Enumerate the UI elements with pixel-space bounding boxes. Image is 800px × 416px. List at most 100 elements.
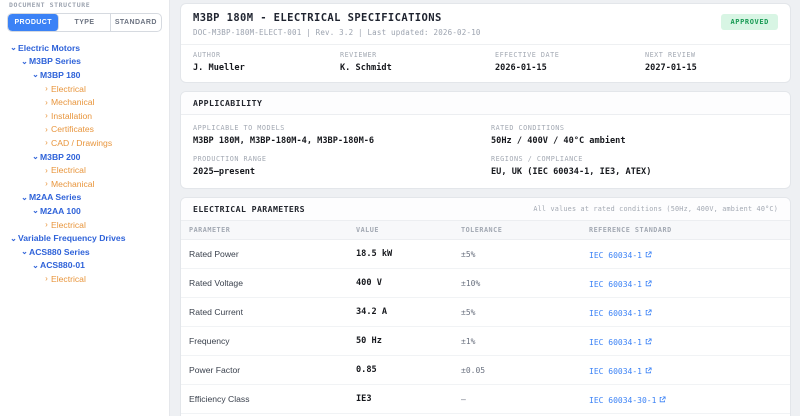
external-link-icon xyxy=(659,396,666,405)
field-value: 50Hz / 400V / 40°C ambient xyxy=(491,136,778,146)
tree-item-label: Electrical xyxy=(51,84,86,94)
reference-standard-link[interactable]: IEC 60034-1 xyxy=(589,251,652,260)
tree-item-label: Electrical xyxy=(51,220,86,230)
param-reference-cell: IEC 60034-1 xyxy=(581,240,790,269)
chevron-right-icon: › xyxy=(42,111,51,120)
tree-item-m2aa-series[interactable]: ⌄M2AA Series xyxy=(7,191,162,205)
table-row: Efficiency ClassIE3–IEC 60034-30-1 xyxy=(181,385,790,414)
tree-item-label: Mechanical xyxy=(51,179,94,189)
reference-standard-label: IEC 60034-1 xyxy=(589,338,642,347)
reference-standard-link[interactable]: IEC 60034-1 xyxy=(589,309,652,318)
tree-item-electric-motors[interactable]: ⌄Electric Motors xyxy=(7,41,162,55)
column-header-tolerance: TOLERANCE xyxy=(453,221,581,240)
tree-item-installation[interactable]: ›Installation xyxy=(7,109,162,123)
param-tolerance: ±1% xyxy=(453,327,581,356)
reference-standard-label: IEC 60034-30-1 xyxy=(589,396,656,405)
document-tree: ⌄Electric Motors⌄M3BP Series⌄M3BP 180›El… xyxy=(7,41,162,286)
reference-standard-link[interactable]: IEC 60034-30-1 xyxy=(589,396,666,405)
tree-item-label: Variable Frequency Drives xyxy=(18,233,125,243)
tree-item-m3bp-200[interactable]: ⌄M3BP 200 xyxy=(7,150,162,164)
chevron-down-icon: ⌄ xyxy=(31,206,40,215)
reference-standard-label: IEC 60034-1 xyxy=(589,280,642,289)
tree-item-mechanical[interactable]: ›Mechanical xyxy=(7,95,162,109)
tree-item-variable-frequency-drives[interactable]: ⌄Variable Frequency Drives xyxy=(7,231,162,245)
tree-item-label: ACS880 Series xyxy=(29,247,90,257)
chevron-right-icon: › xyxy=(42,138,51,147)
tree-item-electrical[interactable]: ›Electrical xyxy=(7,272,162,286)
tree-item-label: M3BP 200 xyxy=(40,152,80,162)
applicability-title: APPLICABILITY xyxy=(193,98,262,108)
tree-item-m3bp-180[interactable]: ⌄M3BP 180 xyxy=(7,68,162,82)
field-label: PRODUCTION RANGE xyxy=(193,155,491,163)
tab-type[interactable]: TYPE xyxy=(59,14,110,31)
tree-item-m2aa-100[interactable]: ⌄M2AA 100 xyxy=(7,204,162,218)
tree-item-electrical[interactable]: ›Electrical xyxy=(7,82,162,96)
page-title: M3BP 180M - ELECTRICAL SPECIFICATIONS xyxy=(193,12,481,24)
tree-item-electrical[interactable]: ›Electrical xyxy=(7,218,162,232)
tree-item-label: CAD / Drawings xyxy=(51,138,112,148)
tree-item-label: Electrical xyxy=(51,165,86,175)
field-value: EU, UK (IEC 60034-1, IE3, ATEX) xyxy=(491,167,778,177)
param-value: 400 V xyxy=(348,269,453,298)
table-row: Frequency50 Hz±1% IEC 60034-1 xyxy=(181,327,790,356)
tree-item-acs880-01[interactable]: ⌄ACS880-01 xyxy=(7,259,162,273)
document-header-card: M3BP 180M - ELECTRICAL SPECIFICATIONS DO… xyxy=(180,3,791,83)
param-tolerance: ±5% xyxy=(453,298,581,327)
meta-label: AUTHOR xyxy=(193,51,340,59)
chevron-right-icon: › xyxy=(42,125,51,134)
meta-author: AUTHORJ. Mueller xyxy=(193,51,340,73)
reference-standard-link[interactable]: IEC 60034-1 xyxy=(589,367,652,376)
chevron-right-icon: › xyxy=(42,274,51,283)
chevron-down-icon: ⌄ xyxy=(20,193,29,202)
chevron-right-icon: › xyxy=(42,166,51,175)
external-link-icon xyxy=(645,309,652,318)
param-tolerance: ±0.05 xyxy=(453,356,581,385)
param-name: Rated Voltage xyxy=(181,269,348,298)
chevron-right-icon: › xyxy=(42,179,51,188)
tree-item-cad-drawings[interactable]: ›CAD / Drawings xyxy=(7,136,162,150)
sidebar-tab-bar: PRODUCTTYPESTANDARD xyxy=(7,13,162,32)
tree-item-certificates[interactable]: ›Certificates xyxy=(7,123,162,137)
reference-standard-label: IEC 60034-1 xyxy=(589,251,642,260)
tree-item-label: M3BP Series xyxy=(29,56,81,66)
tree-item-label: M2AA 100 xyxy=(40,206,81,216)
meta-next-review: NEXT REVIEW2027-01-15 xyxy=(645,51,697,73)
param-name: Frequency xyxy=(181,327,348,356)
external-link-icon xyxy=(645,251,652,260)
chevron-down-icon: ⌄ xyxy=(31,261,40,270)
parameters-conditions-note: All values at rated conditions (50Hz, 40… xyxy=(533,205,778,213)
field-production-range: PRODUCTION RANGE2025–present xyxy=(193,155,491,177)
electrical-parameters-card: ELECTRICAL PARAMETERS All values at rate… xyxy=(180,197,791,416)
reference-standard-label: IEC 60034-1 xyxy=(589,309,642,318)
meta-label: REVIEWER xyxy=(340,51,495,59)
meta-reviewer: REVIEWERK. Schmidt xyxy=(340,51,495,73)
field-label: APPLICABLE TO MODELS xyxy=(193,124,491,132)
reference-standard-label: IEC 60034-1 xyxy=(589,367,642,376)
meta-label: EFFECTIVE DATE xyxy=(495,51,645,59)
chevron-down-icon: ⌄ xyxy=(9,234,18,243)
field-regions-compliance: REGIONS / COMPLIANCEEU, UK (IEC 60034-1,… xyxy=(491,155,778,177)
field-label: RATED CONDITIONS xyxy=(491,124,778,132)
param-reference-cell: IEC 60034-1 xyxy=(581,269,790,298)
param-value: 18.5 kW xyxy=(348,240,453,269)
param-tolerance: ±10% xyxy=(453,269,581,298)
table-row: Rated Current34.2 A±5%IEC 60034-1 xyxy=(181,298,790,327)
chevron-down-icon: ⌄ xyxy=(9,43,18,52)
tab-standard[interactable]: STANDARD xyxy=(111,14,161,31)
tree-item-m3bp-series[interactable]: ⌄M3BP Series xyxy=(7,55,162,69)
main-content: M3BP 180M - ELECTRICAL SPECIFICATIONS DO… xyxy=(170,0,800,416)
tree-item-electrical[interactable]: ›Electrical xyxy=(7,163,162,177)
tab-product[interactable]: PRODUCT xyxy=(8,14,59,31)
reference-standard-link[interactable]: IEC 60034-1 xyxy=(589,338,652,347)
chevron-down-icon: ⌄ xyxy=(31,70,40,79)
tree-item-mechanical[interactable]: ›Mechanical xyxy=(7,177,162,191)
tree-item-label: Installation xyxy=(51,111,92,121)
tree-item-label: Mechanical xyxy=(51,97,94,107)
reference-standard-link[interactable]: IEC 60034-1 xyxy=(589,280,652,289)
external-link-icon xyxy=(645,338,652,347)
param-value: 50 Hz xyxy=(348,327,453,356)
tree-item-acs880-series[interactable]: ⌄ACS880 Series xyxy=(7,245,162,259)
param-reference-cell: IEC 60034-1 xyxy=(581,356,790,385)
tree-item-label: Certificates xyxy=(51,124,94,134)
applicability-card: APPLICABILITY APPLICABLE TO MODELSM3BP 1… xyxy=(180,91,791,189)
